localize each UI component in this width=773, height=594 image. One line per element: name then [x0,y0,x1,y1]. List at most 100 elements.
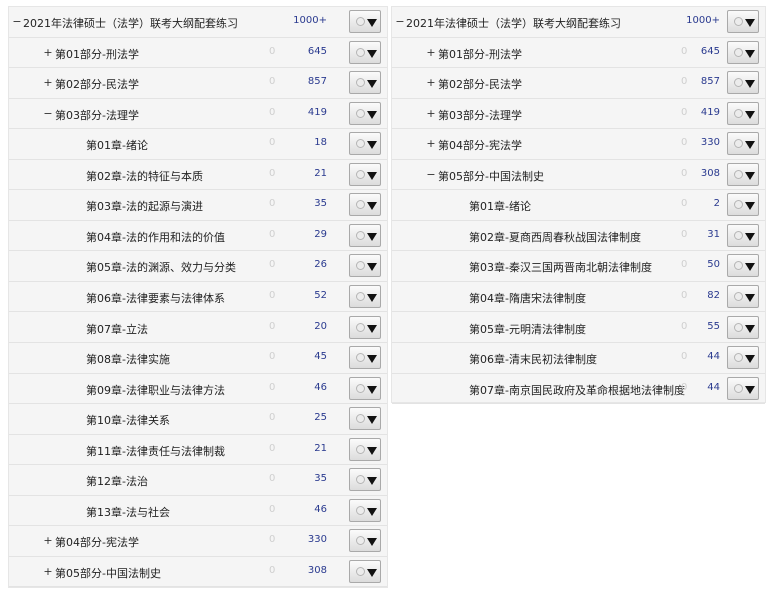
tree-chapter-row[interactable]: 第01章-绪论 0 18 [9,129,387,160]
row-dropdown-button[interactable] [349,529,381,553]
row-dropdown-button[interactable] [349,223,381,247]
tree-item-title[interactable]: 2021年法律硕士（法学）联考大纲配套练习 [406,15,621,31]
expand-icon[interactable]: + [43,565,53,578]
row-dropdown-button[interactable] [349,40,381,64]
tree-item-title[interactable]: 第05章-法的渊源、效力与分类 [86,259,236,275]
tree-chapter-row[interactable]: 第04章-隋唐宋法律制度 0 82 [392,282,765,313]
tree-chapter-row[interactable]: 第01章-绪论 0 2 [392,190,765,221]
row-dropdown-button[interactable] [349,468,381,492]
tree-item-title[interactable]: 第12章-法治 [86,473,148,489]
tree-part-row[interactable]: − 第05部分-中国法制史 0 308 [392,160,765,191]
tree-item-title[interactable]: 第02章-夏商西周春秋战国法律制度 [469,229,641,245]
tree-chapter-row[interactable]: 第12章-法治 0 35 [9,465,387,496]
row-dropdown-button[interactable] [727,376,759,400]
tree-chapter-row[interactable]: 第02章-法的特征与本质 0 21 [9,160,387,191]
tree-part-row[interactable]: + 第01部分-刑法学 0 645 [9,38,387,69]
tree-chapter-row[interactable]: 第10章-法律关系 0 25 [9,404,387,435]
tree-chapter-row[interactable]: 第13章-法与社会 0 46 [9,496,387,527]
tree-item-title[interactable]: 第01章-绪论 [86,137,148,153]
tree-item-title[interactable]: 第04部分-宪法学 [438,137,522,153]
tree-item-title[interactable]: 第02部分-民法学 [438,76,522,92]
expand-icon[interactable]: + [426,76,436,89]
tree-part-row[interactable]: + 第01部分-刑法学 0 645 [392,38,765,69]
row-dropdown-button[interactable] [727,223,759,247]
tree-part-row[interactable]: + 第04部分-宪法学 0 330 [392,129,765,160]
tree-item-title[interactable]: 第09章-法律职业与法律方法 [86,382,225,398]
row-dropdown-button[interactable] [349,376,381,400]
row-dropdown-button[interactable] [349,315,381,339]
expand-icon[interactable]: + [426,107,436,120]
expand-icon[interactable]: + [426,137,436,150]
row-dropdown-button[interactable] [349,71,381,95]
row-dropdown-button[interactable] [349,284,381,308]
tree-chapter-row[interactable]: 第05章-元明清法律制度 0 55 [392,313,765,343]
tree-root-row[interactable]: −2021年法律硕士（法学）联考大纲配套练习 1000+ [9,7,387,38]
tree-chapter-row[interactable]: 第09章-法律职业与法律方法 0 46 [9,374,387,405]
tree-chapter-row[interactable]: 第11章-法律责任与法律制裁 0 21 [9,435,387,466]
row-dropdown-button[interactable] [349,101,381,125]
expand-icon[interactable]: + [43,534,53,547]
row-dropdown-button[interactable] [727,40,759,64]
tree-chapter-row[interactable]: 第08章-法律实施 0 45 [9,343,387,374]
row-dropdown-button[interactable] [349,437,381,461]
tree-item-title[interactable]: 第13章-法与社会 [86,504,170,520]
tree-item-title[interactable]: 第07章-南京国民政府及革命根据地法律制度 [469,382,685,398]
tree-item-title[interactable]: 2021年法律硕士（法学）联考大纲配套练习 [23,15,238,31]
row-dropdown-button[interactable] [727,254,759,278]
tree-item-title[interactable]: 第03章-法的起源与演进 [86,198,203,214]
tree-item-title[interactable]: 第04章-法的作用和法的价值 [86,229,225,245]
tree-root-row[interactable]: −2021年法律硕士（法学）联考大纲配套练习 1000+ [392,7,765,38]
tree-part-row[interactable]: − 第03部分-法理学 0 419 [9,99,387,130]
row-dropdown-button[interactable] [727,284,759,308]
tree-item-title[interactable]: 第08章-法律实施 [86,351,170,367]
tree-chapter-row[interactable]: 第07章-南京国民政府及革命根据地法律制度 0 44 [392,374,765,405]
row-dropdown-button[interactable] [727,71,759,95]
row-dropdown-button[interactable] [727,10,759,33]
tree-chapter-row[interactable]: 第04章-法的作用和法的价值 0 29 [9,221,387,252]
tree-item-title[interactable]: 第05部分-中国法制史 [438,168,544,184]
tree-item-title[interactable]: 第10章-法律关系 [86,412,170,428]
tree-item-title[interactable]: 第01部分-刑法学 [438,46,522,62]
row-dropdown-button[interactable] [349,559,381,583]
tree-item-title[interactable]: 第02部分-民法学 [55,76,139,92]
tree-part-row[interactable]: + 第03部分-法理学 0 419 [392,99,765,130]
tree-part-row[interactable]: + 第02部分-民法学 0 857 [392,68,765,99]
tree-item-title[interactable]: 第07章-立法 [86,321,148,337]
tree-item-title[interactable]: 第03部分-法理学 [55,107,139,123]
tree-chapter-row[interactable]: 第07章-立法 0 20 [9,313,387,343]
row-dropdown-button[interactable] [727,132,759,156]
tree-chapter-row[interactable]: 第06章-法律要素与法律体系 0 52 [9,282,387,313]
tree-item-title[interactable]: 第03部分-法理学 [438,107,522,123]
row-dropdown-button[interactable] [349,132,381,156]
tree-item-title[interactable]: 第04部分-宪法学 [55,534,139,550]
row-dropdown-button[interactable] [349,193,381,217]
row-dropdown-button[interactable] [727,315,759,339]
tree-item-title[interactable]: 第11章-法律责任与法律制裁 [86,443,225,459]
tree-chapter-row[interactable]: 第03章-法的起源与演进 0 35 [9,190,387,221]
tree-part-row[interactable]: + 第02部分-民法学 0 857 [9,68,387,99]
tree-item-title[interactable]: 第02章-法的特征与本质 [86,168,203,184]
row-dropdown-button[interactable] [349,407,381,431]
row-dropdown-button[interactable] [349,346,381,370]
expand-icon[interactable]: + [426,46,436,59]
row-dropdown-button[interactable] [349,10,381,33]
tree-item-title[interactable]: 第05章-元明清法律制度 [469,321,586,337]
collapse-icon[interactable]: − [43,107,53,120]
expand-icon[interactable]: + [43,76,53,89]
row-dropdown-button[interactable] [349,254,381,278]
tree-item-title[interactable]: 第06章-法律要素与法律体系 [86,290,225,306]
tree-chapter-row[interactable]: 第02章-夏商西周春秋战国法律制度 0 31 [392,221,765,252]
collapse-icon[interactable]: − [395,15,405,28]
collapse-icon[interactable]: − [426,168,436,181]
tree-item-title[interactable]: 第05部分-中国法制史 [55,565,161,581]
row-dropdown-button[interactable] [349,162,381,186]
collapse-icon[interactable]: − [12,15,22,28]
row-dropdown-button[interactable] [727,162,759,186]
tree-item-title[interactable]: 第03章-秦汉三国两晋南北朝法律制度 [469,259,652,275]
tree-item-title[interactable]: 第01章-绪论 [469,198,531,214]
tree-part-row[interactable]: + 第04部分-宪法学 0 330 [9,526,387,557]
expand-icon[interactable]: + [43,46,53,59]
tree-part-row[interactable]: + 第05部分-中国法制史 0 308 [9,557,387,588]
tree-chapter-row[interactable]: 第05章-法的渊源、效力与分类 0 26 [9,251,387,282]
tree-item-title[interactable]: 第06章-清末民初法律制度 [469,351,597,367]
